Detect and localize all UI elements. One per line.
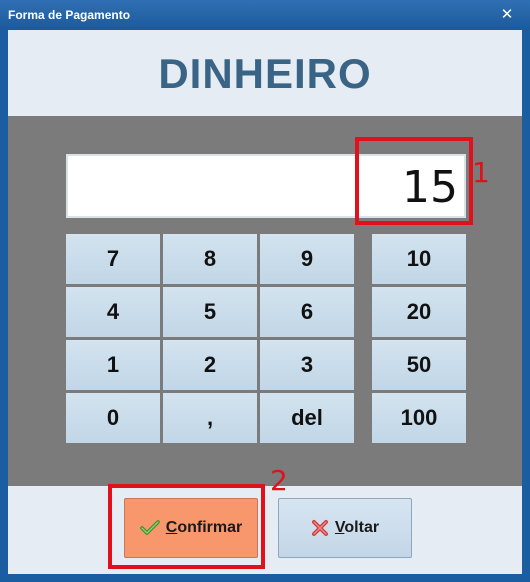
key-0[interactable]: 0	[66, 393, 160, 443]
key-9[interactable]: 9	[260, 234, 354, 284]
title-bar[interactable]: Forma de Pagamento ✕	[0, 0, 530, 30]
annotation-number-1: 1	[472, 156, 490, 189]
key-5[interactable]: 5	[163, 287, 257, 337]
annotation-box-confirm	[108, 484, 265, 569]
dialog-body: DINHEIRO 15 7 8 9 4 5 6 1 2 3 0 , del 10…	[8, 30, 522, 574]
payment-window: Forma de Pagamento ✕ DINHEIRO 15 7 8 9 4…	[0, 0, 530, 582]
close-button[interactable]: ✕	[498, 6, 516, 22]
header-panel: DINHEIRO	[8, 30, 522, 116]
quick-amount-100[interactable]: 100	[372, 393, 466, 443]
key-1[interactable]: 1	[66, 340, 160, 390]
key-comma[interactable]: ,	[163, 393, 257, 443]
x-icon	[311, 519, 329, 537]
window-title: Forma de Pagamento	[8, 8, 131, 22]
annotation-number-2: 2	[270, 464, 288, 497]
key-4[interactable]: 4	[66, 287, 160, 337]
key-3[interactable]: 3	[260, 340, 354, 390]
footer-panel: Confirmar Voltar	[8, 486, 522, 574]
key-delete[interactable]: del	[260, 393, 354, 443]
key-6[interactable]: 6	[260, 287, 354, 337]
back-button[interactable]: Voltar	[278, 498, 412, 558]
key-2[interactable]: 2	[163, 340, 257, 390]
payment-method-title: DINHEIRO	[158, 50, 372, 97]
annotation-box-amount	[355, 137, 473, 225]
quick-amount-50[interactable]: 50	[372, 340, 466, 390]
quick-amount-20[interactable]: 20	[372, 287, 466, 337]
back-label: Voltar	[334, 519, 380, 536]
key-7[interactable]: 7	[66, 234, 160, 284]
key-8[interactable]: 8	[163, 234, 257, 284]
quick-amount-10[interactable]: 10	[372, 234, 466, 284]
